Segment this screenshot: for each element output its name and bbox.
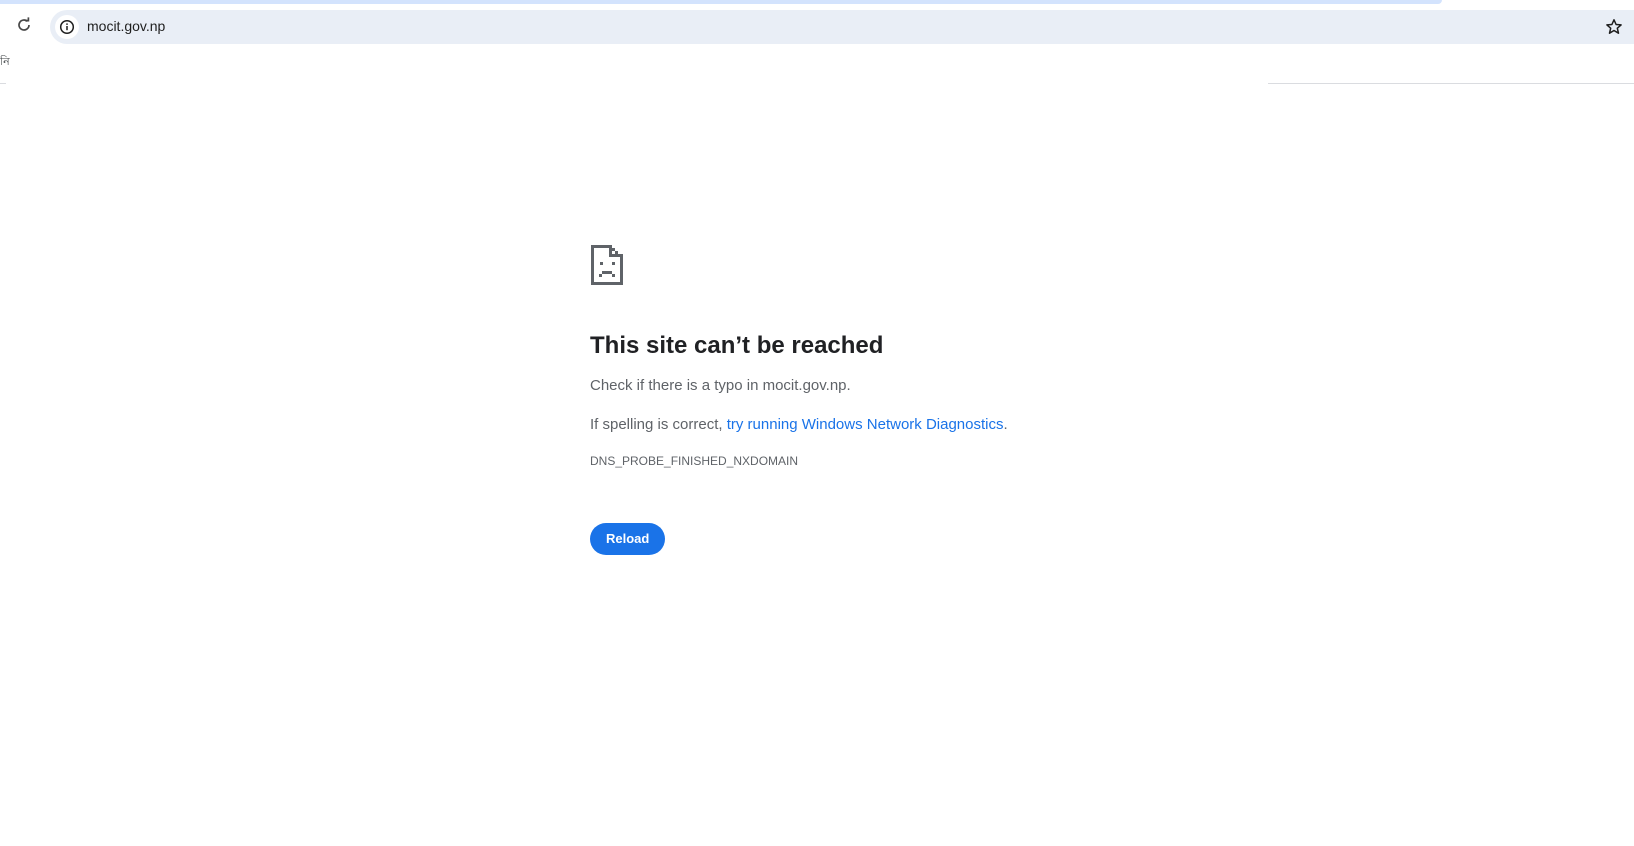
diagnostics-suggestion: If spelling is correct, try running Wind… [590, 415, 1190, 435]
address-bar-url[interactable]: mocit.gov.np [87, 18, 165, 34]
browser-reload-button[interactable] [10, 11, 38, 39]
bookmark-item-fragment[interactable]: নি [0, 55, 10, 69]
address-bar[interactable]: mocit.gov.np [50, 10, 1634, 44]
sad-document-icon [591, 245, 623, 285]
diagnostics-suffix: . [1003, 416, 1008, 433]
error-page: This site can’t be reached Check if ther… [590, 244, 1190, 555]
reload-icon [18, 17, 30, 31]
info-icon [59, 19, 75, 35]
bookmark-bar-divider [0, 83, 6, 84]
error-title: This site can’t be reached [590, 332, 884, 359]
bookmark-star-button[interactable] [1600, 13, 1628, 41]
reload-button[interactable]: Reload [590, 523, 666, 555]
error-code: DNS_PROBE_FINISHED_NXDOMAIN [590, 454, 799, 468]
typo-suggestion: Check if there is a typo in mocit.gov.np… [590, 377, 851, 394]
browser-toolbar: mocit.gov.np [0, 4, 1634, 50]
site-info-button[interactable] [55, 15, 79, 39]
bookmark-bar-divider-right [1268, 83, 1634, 84]
network-diagnostics-link[interactable]: try running Windows Network Diagnostics [727, 416, 1004, 433]
diagnostics-prefix: If spelling is correct, [590, 416, 727, 433]
star-icon [1606, 19, 1622, 34]
